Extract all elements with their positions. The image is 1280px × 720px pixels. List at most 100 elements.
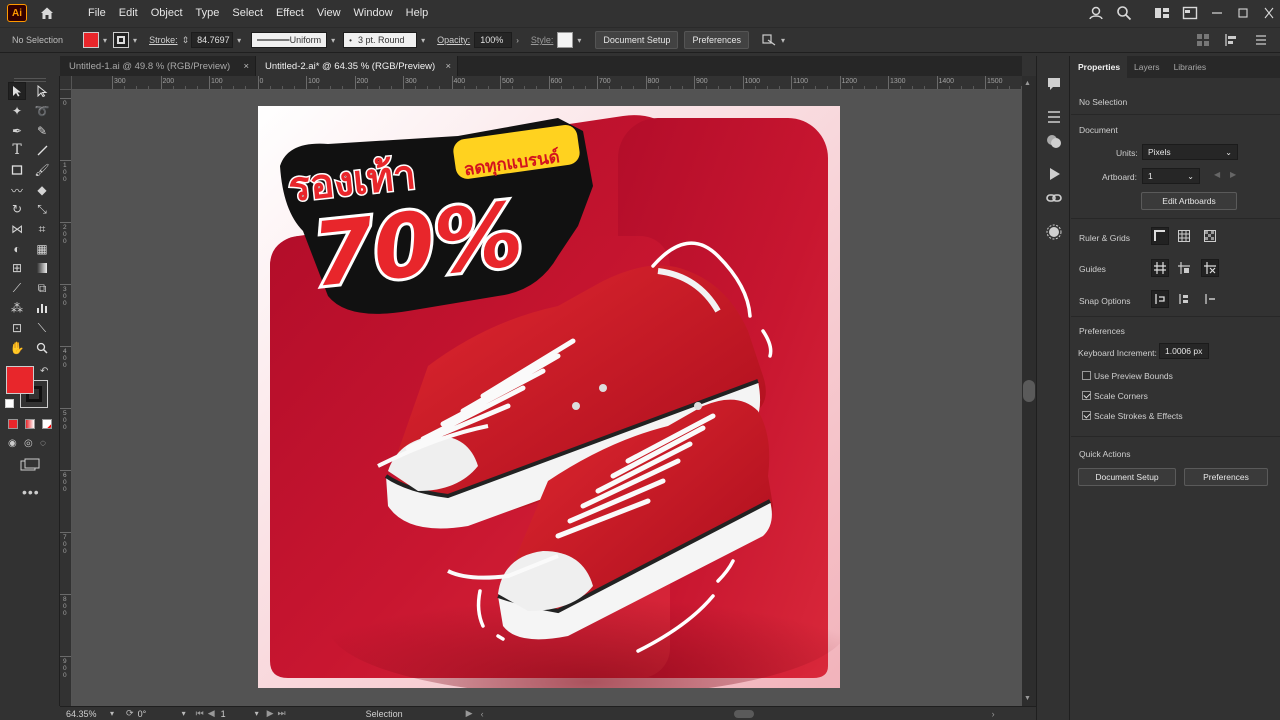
panel-menu-icon[interactable] <box>1254 33 1268 47</box>
variable-width-profile[interactable]: Uniform <box>251 32 328 48</box>
tab-libraries[interactable]: Libraries <box>1167 56 1214 78</box>
stepper-icon[interactable]: ⇕ <box>182 35 190 46</box>
column-graph-tool-icon[interactable] <box>33 299 51 317</box>
menu-effect[interactable]: Effect <box>276 7 304 19</box>
status-menu-icon[interactable]: ▶ <box>466 708 473 719</box>
scale-strokes-checkbox[interactable] <box>1082 411 1091 420</box>
chevron-down-icon[interactable]: ▾ <box>577 36 581 45</box>
close-icon[interactable]: × <box>445 61 451 72</box>
width-tool-icon[interactable]: ⋈ <box>8 220 26 238</box>
drawing-mode-icon[interactable]: ◉ <box>8 438 17 449</box>
menu-edit[interactable]: Edit <box>119 7 138 19</box>
stroke-weight-field[interactable]: 84.7697 <box>191 32 234 48</box>
align-left-icon[interactable] <box>1224 33 1240 47</box>
snap-to-point-icon[interactable] <box>1151 290 1169 308</box>
scroll-right-icon[interactable]: › <box>992 709 995 719</box>
show-guides-icon[interactable] <box>1151 259 1169 277</box>
screen-mode-icon[interactable] <box>20 458 40 472</box>
swap-fill-stroke-icon[interactable]: ↶ <box>40 366 48 377</box>
chevron-down-icon[interactable]: ▾ <box>781 36 785 45</box>
quick-document-setup-button[interactable]: Document Setup <box>1078 468 1176 486</box>
selection-tool-icon[interactable] <box>8 82 26 100</box>
shaper-tool-icon[interactable]: 〰 <box>8 181 26 199</box>
line-tool-icon[interactable] <box>33 141 51 159</box>
horizontal-scroll-thumb[interactable] <box>733 709 754 718</box>
artboard[interactable]: รองเท้า ลดทุกแบรนด์ 70% <box>258 106 840 688</box>
graphic-style-swatch[interactable] <box>557 32 574 48</box>
tab-properties[interactable]: Properties <box>1071 56 1128 78</box>
mesh-tool-icon[interactable]: ⊞ <box>8 259 26 277</box>
arrange-icon[interactable] <box>761 33 777 47</box>
gradient-tool-icon[interactable] <box>33 259 51 277</box>
rotate-view-icon[interactable]: ⟳ <box>126 708 134 719</box>
stroke-swatch[interactable] <box>113 32 130 48</box>
free-transform-tool-icon[interactable]: ⌗ <box>33 220 51 238</box>
scale-corners-checkbox[interactable] <box>1082 391 1091 400</box>
chevron-right-icon[interactable]: › <box>516 36 519 45</box>
symbol-sprayer-tool-icon[interactable]: ⁂ <box>8 299 26 317</box>
close-icon[interactable]: × <box>243 61 249 72</box>
menu-view[interactable]: View <box>317 7 341 19</box>
window-icon[interactable] <box>1182 5 1198 21</box>
artwork[interactable]: รองเท้า ลดทุกแบรนด์ 70% <box>258 106 840 688</box>
close-window-icon[interactable] <box>1262 7 1276 19</box>
type-tool-icon[interactable]: T <box>8 141 26 159</box>
home-icon[interactable] <box>39 5 55 21</box>
chevron-down-icon[interactable]: ▾ <box>110 709 114 718</box>
next-artboard-icon[interactable]: ▶ <box>1230 170 1236 179</box>
artboard-tool-icon[interactable]: ⊡ <box>8 319 26 337</box>
scroll-up-icon[interactable]: ▲ <box>1024 80 1031 87</box>
curvature-tool-icon[interactable]: ✎ <box>33 122 51 140</box>
direct-selection-tool-icon[interactable] <box>33 82 51 100</box>
snap-to-glyph-icon[interactable] <box>1201 290 1219 308</box>
zoom-value[interactable]: 64.35% <box>66 709 106 719</box>
chevron-down-icon[interactable]: ▾ <box>103 36 107 45</box>
gradient-mode-icon[interactable] <box>25 419 35 429</box>
chevron-down-icon[interactable]: ▾ <box>133 36 137 45</box>
shape-builder-tool-icon[interactable]: ◐ <box>8 240 26 258</box>
chevron-down-icon[interactable]: ▾ <box>421 36 425 45</box>
brush-definition[interactable]: • 3 pt. Round <box>343 32 418 48</box>
next-artboard-icon[interactable]: ▶ <box>267 708 274 719</box>
lasso-tool-icon[interactable]: ➰ <box>33 102 51 120</box>
fill-swatch[interactable] <box>83 32 100 48</box>
opacity-field[interactable]: 100% <box>474 32 513 48</box>
chevron-down-icon[interactable]: ▾ <box>182 709 186 718</box>
links-icon[interactable] <box>1046 190 1062 206</box>
appearance-icon[interactable] <box>1046 133 1062 149</box>
rotation-value[interactable]: 0° <box>138 709 178 719</box>
artboard-dropdown[interactable]: 1 ⌄ <box>1142 168 1200 184</box>
paintbrush-tool-icon[interactable]: 🖌 <box>33 161 51 179</box>
rotate-tool-icon[interactable]: ↻ <box>8 200 26 218</box>
previous-artboard-icon[interactable]: ◀ <box>208 708 215 719</box>
quick-preferences-button[interactable]: Preferences <box>1184 468 1268 486</box>
use-preview-bounds-checkbox[interactable] <box>1082 371 1091 380</box>
properties-panel-icon[interactable] <box>1046 109 1062 125</box>
minimize-icon[interactable] <box>1210 7 1224 19</box>
menu-window[interactable]: Window <box>354 7 393 19</box>
slice-tool-icon[interactable]: ⟍ <box>33 319 51 337</box>
vertical-scroll-thumb[interactable] <box>1023 380 1035 402</box>
menu-select[interactable]: Select <box>232 7 263 19</box>
ruler-origin[interactable] <box>60 76 72 90</box>
user-activity-icon[interactable] <box>1088 5 1104 21</box>
chevron-down-icon[interactable]: ▾ <box>237 36 241 45</box>
preferences-button[interactable]: Preferences <box>684 31 749 49</box>
lock-guides-icon[interactable] <box>1175 259 1193 277</box>
search-icon[interactable] <box>1116 5 1132 21</box>
scroll-down-icon[interactable]: ▼ <box>1024 695 1031 702</box>
tab-untitled-1[interactable]: Untitled-1.ai @ 49.8 % (RGB/Preview) × <box>60 56 256 76</box>
artboard-number[interactable]: 1 <box>221 709 251 719</box>
perspective-grid-tool-icon[interactable]: ▦ <box>33 240 51 258</box>
menu-type[interactable]: Type <box>196 7 220 19</box>
tab-untitled-2[interactable]: Untitled-2.ai* @ 64.35 % (RGB/Preview) × <box>256 56 458 76</box>
draw-inside-icon[interactable]: ◌ <box>40 438 46 449</box>
tab-layers[interactable]: Layers <box>1127 56 1167 78</box>
blend-tool-icon[interactable]: ⧉ <box>33 279 51 297</box>
chevron-down-icon[interactable]: ▾ <box>331 36 335 45</box>
menu-file[interactable]: File <box>88 7 106 19</box>
zoom-tool-icon[interactable] <box>33 339 51 357</box>
scale-tool-icon[interactable]: ⤡ <box>33 200 51 218</box>
none-mode-icon[interactable] <box>42 419 52 429</box>
color-guide-icon[interactable] <box>1046 224 1062 240</box>
